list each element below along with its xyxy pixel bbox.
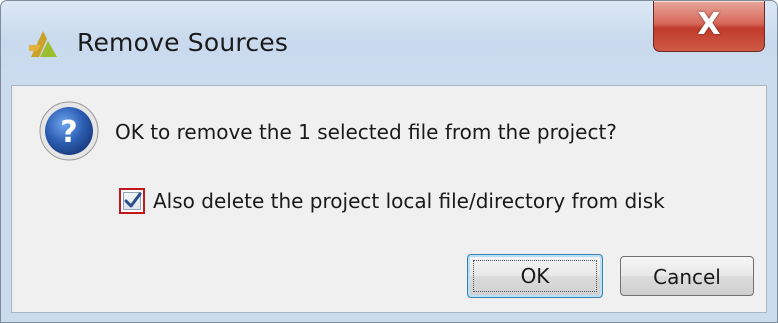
title-bar[interactable]: Remove Sources X bbox=[1, 1, 777, 85]
cancel-button[interactable]: Cancel bbox=[620, 256, 754, 296]
confirmation-message: OK to remove the 1 selected file from th… bbox=[115, 120, 617, 144]
delete-from-disk-option[interactable]: Also delete the project local file/direc… bbox=[119, 183, 665, 219]
checkmark-icon bbox=[124, 192, 142, 208]
vivado-logo-icon bbox=[27, 27, 61, 61]
close-icon: X bbox=[697, 7, 721, 42]
delete-from-disk-label[interactable]: Also delete the project local file/direc… bbox=[153, 189, 665, 213]
dialog-body: ? OK to remove the 1 selected file from … bbox=[11, 85, 767, 313]
svg-text:?: ? bbox=[60, 115, 77, 150]
delete-from-disk-checkbox[interactable] bbox=[119, 188, 145, 214]
ok-button[interactable]: OK bbox=[467, 254, 603, 298]
remove-sources-dialog: Remove Sources X ? OK to remove the 1 se… bbox=[0, 0, 778, 323]
ok-button-label: OK bbox=[520, 264, 550, 288]
window-title: Remove Sources bbox=[77, 28, 289, 57]
close-button[interactable]: X bbox=[653, 1, 765, 52]
question-icon: ? bbox=[38, 100, 100, 162]
cancel-button-label: Cancel bbox=[653, 265, 721, 289]
